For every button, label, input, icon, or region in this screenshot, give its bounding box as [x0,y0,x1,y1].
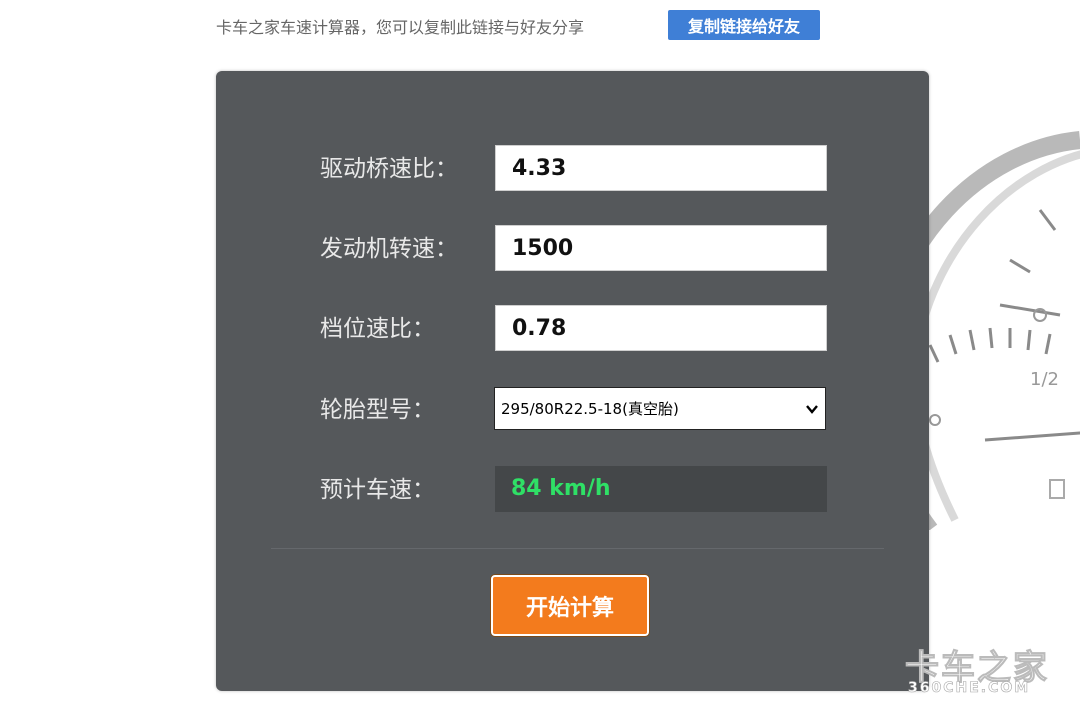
divider [271,548,884,549]
engine-speed-label: 发动机转速： [320,236,458,262]
gear-ratio-input[interactable] [495,305,827,351]
tire-model-label: 轮胎型号： [320,397,435,423]
share-hint-text: 卡车之家车速计算器，您可以复制此链接与好友分享 [216,18,585,37]
row-axle-ratio: 驱动桥速比： [216,145,929,193]
estimated-speed-label: 预计车速： [320,477,435,503]
brand-watermark-logo: 卡车之家 360CHE.COM [905,640,1055,700]
row-engine-speed: 发动机转速： [216,225,929,273]
calculator-panel: 驱动桥速比： 发动机转速： 档位速比： 轮胎型号： 295/80R22.5-18… [216,71,929,691]
row-tire-model: 轮胎型号： 295/80R22.5-18(真空胎) [216,386,929,434]
row-gear-ratio: 档位速比： [216,305,929,353]
brand-watermark-domain: 360CHE.COM [908,680,1031,697]
axle-ratio-input[interactable] [495,145,827,191]
start-calculation-button[interactable]: 开始计算 [491,575,649,636]
tire-model-selected-value: 295/80R22.5-18(真空胎) [501,400,679,418]
header-bar: 卡车之家车速计算器，您可以复制此链接与好友分享 [216,10,584,42]
chevron-down-icon [806,404,818,414]
tire-model-select[interactable]: 295/80R22.5-18(真空胎) [494,387,826,430]
axle-ratio-label: 驱动桥速比： [320,156,458,182]
dial-half-mark: 1/2 [1030,369,1059,390]
estimated-speed-value: 84 km/h [495,466,827,512]
row-estimated-speed: 预计车速： 84 km/h [216,466,929,514]
engine-speed-input[interactable] [495,225,827,271]
copy-link-button[interactable]: 复制链接给好友 [668,10,820,40]
gear-ratio-label: 档位速比： [320,316,435,342]
